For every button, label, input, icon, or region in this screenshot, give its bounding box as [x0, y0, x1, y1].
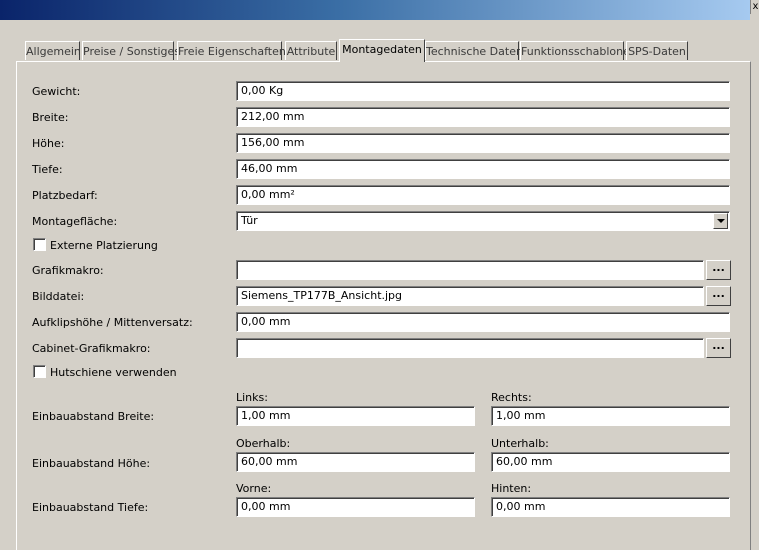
tab-freie-eigenschaften[interactable]: Freie Eigenschaften [177, 41, 286, 60]
einbau-tiefe-hinten-input[interactable]: 0,00 mm [491, 497, 730, 517]
montageflaeche-select[interactable]: Tür [236, 211, 730, 231]
hoehe-input[interactable]: 156,00 mm [236, 133, 730, 153]
tab-funktionsschablone[interactable]: Funktionsschablone [520, 41, 630, 60]
tab-technische-daten[interactable]: Technische Daten [425, 41, 523, 60]
tab-preise-sonstiges[interactable]: Preise / Sonstiges [82, 41, 180, 60]
hutschiene-checkbox[interactable] [33, 365, 46, 378]
einbau-breite-rechts-input[interactable]: 1,00 mm [491, 406, 730, 426]
einbau-tiefe-right-label: Hinten: [491, 482, 532, 495]
einbau-breite-links-input[interactable]: 1,00 mm [236, 406, 475, 426]
externe-platzierung-checkbox[interactable] [33, 238, 46, 251]
tab-montagedaten[interactable]: Montagedaten [339, 39, 425, 62]
einbau-hoehe-right-label: Unterhalb: [491, 437, 549, 450]
cabinet-grafikmakro-input[interactable] [236, 338, 704, 358]
tiefe-label: Tiefe: [32, 163, 63, 176]
tab-sps-daten[interactable]: SPS-Daten [626, 41, 688, 60]
externe-platzierung-label: Externe Platzierung [50, 239, 158, 252]
cabinet-grafikmakro-label: Cabinet-Grafikmakro: [32, 342, 151, 355]
chevron-down-icon[interactable] [713, 213, 728, 229]
window-titlebar [0, 0, 750, 20]
grafikmakro-label: Grafikmakro: [32, 264, 104, 277]
close-icon[interactable]: x [750, 0, 759, 14]
tab-attribute[interactable]: Attribute [285, 41, 337, 60]
hutschiene-label: Hutschiene verwenden [50, 366, 177, 379]
montageflaeche-value: Tür [241, 214, 258, 227]
gewicht-input[interactable]: 0,00 Kg [236, 81, 730, 101]
platzbedarf-input[interactable]: 0,00 mm² [236, 185, 730, 205]
einbau-tiefe-label: Einbauabstand Tiefe: [32, 501, 149, 514]
hoehe-label: Höhe: [32, 137, 65, 150]
grafikmakro-browse-button[interactable]: ... [706, 260, 731, 280]
einbau-hoehe-left-label: Oberhalb: [236, 437, 291, 450]
einbau-breite-right-label: Rechts: [491, 391, 532, 404]
aufklipshoehe-label: Aufklipshöhe / Mittenversatz: [32, 316, 193, 329]
einbau-hoehe-label: Einbauabstand Höhe: [32, 457, 151, 470]
montageflaeche-label: Montagefläche: [32, 215, 118, 228]
einbau-breite-label: Einbauabstand Breite: [32, 410, 155, 423]
aufklipshoehe-input[interactable]: 0,00 mm [236, 312, 730, 332]
einbau-hoehe-unterhalb-input[interactable]: 60,00 mm [491, 452, 730, 472]
tiefe-input[interactable]: 46,00 mm [236, 159, 730, 179]
gewicht-label: Gewicht: [32, 85, 81, 98]
einbau-hoehe-oberhalb-input[interactable]: 60,00 mm [236, 452, 475, 472]
einbau-breite-left-label: Links: [236, 391, 268, 404]
bilddatei-input[interactable]: Siemens_TP177B_Ansicht.jpg [236, 286, 704, 306]
einbau-tiefe-vorne-input[interactable]: 0,00 mm [236, 497, 475, 517]
einbau-tiefe-left-label: Vorne: [236, 482, 272, 495]
breite-label: Breite: [32, 111, 69, 124]
breite-input[interactable]: 212,00 mm [236, 107, 730, 127]
platzbedarf-label: Platzbedarf: [32, 189, 98, 202]
tab-allgemein[interactable]: Allgemein [25, 41, 81, 60]
grafikmakro-input[interactable] [236, 260, 704, 280]
bilddatei-browse-button[interactable]: ... [706, 286, 731, 306]
cabinet-grafikmakro-browse-button[interactable]: ... [706, 338, 731, 358]
bilddatei-label: Bilddatei: [32, 290, 85, 303]
